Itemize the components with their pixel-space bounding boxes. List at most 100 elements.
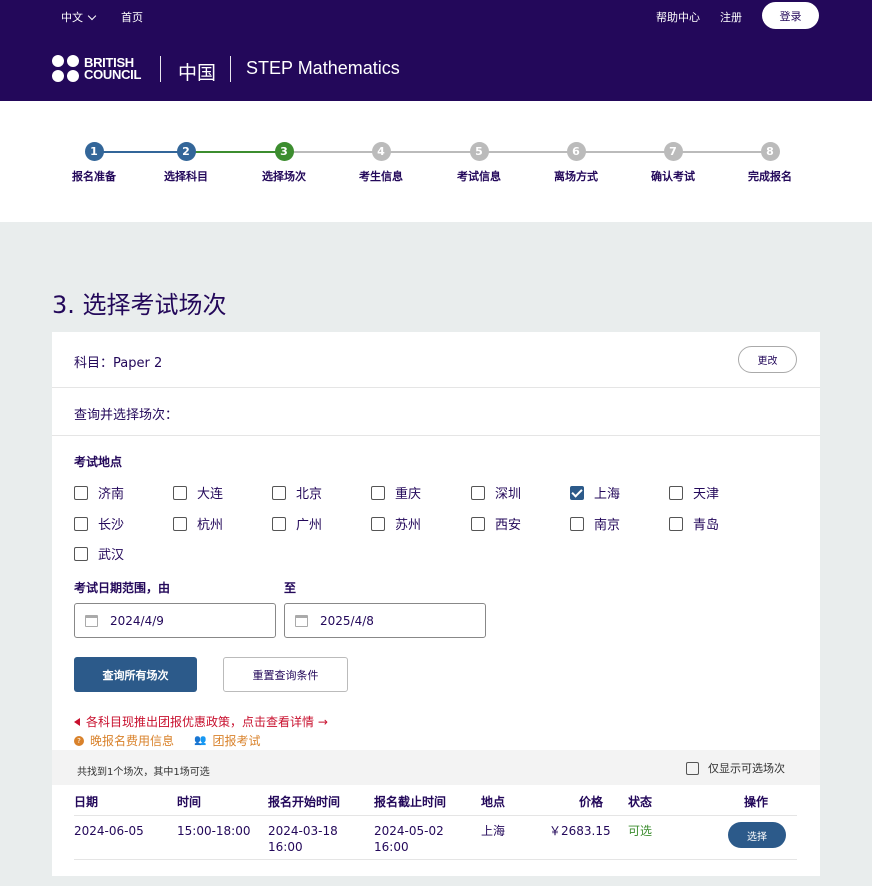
checkbox[interactable]: [471, 485, 485, 500]
group-exam-link[interactable]: 团报考试: [212, 732, 260, 749]
checkbox[interactable]: [272, 485, 286, 500]
british-council-dots-icon: [52, 55, 79, 82]
step-label: 选择场次: [262, 170, 306, 183]
change-subject-button[interactable]: 更改: [738, 346, 797, 373]
city-option[interactable]: 上海: [570, 483, 620, 502]
only-available-label: 仅显示可选场次: [708, 762, 785, 775]
checkbox[interactable]: [669, 516, 683, 531]
checkbox[interactable]: [74, 485, 88, 500]
checkbox[interactable]: [173, 485, 187, 500]
city-option[interactable]: 天津: [669, 483, 719, 502]
date-to-input[interactable]: 2025/4/8: [284, 603, 486, 638]
table-header-status: 状态: [628, 795, 653, 809]
table-header-reg-end: 报名截止时间: [374, 795, 447, 809]
chevron-down-icon: [87, 11, 97, 21]
checkbox[interactable]: [471, 516, 485, 531]
table-header-time: 时间: [177, 795, 202, 809]
city-label: 济南: [98, 487, 125, 502]
city-option[interactable]: 苏州: [371, 514, 421, 533]
city-option[interactable]: 北京: [272, 483, 322, 502]
city-option[interactable]: 长沙: [74, 514, 124, 533]
location-title: 考试地点: [74, 455, 123, 469]
row-price: ￥2683.15: [549, 824, 611, 838]
date-to-label: 至: [284, 581, 297, 595]
table-divider: [74, 859, 797, 860]
table-header-date: 日期: [74, 795, 99, 809]
login-button[interactable]: 登录: [762, 2, 819, 29]
result-summary: 共找到1个场次，其中1场可选: [77, 767, 210, 778]
city-label: 广州: [296, 518, 323, 533]
language-selector[interactable]: 中文: [61, 9, 97, 25]
step-4: 4 考生信息: [341, 142, 421, 184]
city-option[interactable]: 青岛: [669, 514, 719, 533]
checkbox[interactable]: [173, 516, 187, 531]
city-option[interactable]: 深圳: [471, 483, 521, 502]
row-reg-start-date: 2024-03-18: [268, 824, 338, 838]
step-number: 1: [84, 142, 104, 161]
row-status: 可选: [628, 824, 653, 838]
checkbox[interactable]: [371, 485, 385, 500]
search-sessions-button[interactable]: 查询所有场次: [74, 657, 197, 692]
subject-label: 科目：Paper 2: [74, 356, 163, 371]
product-title: STEP Mathematics: [246, 58, 400, 78]
checkbox-checked[interactable]: [570, 485, 584, 500]
city-label: 上海: [594, 487, 621, 502]
checkbox[interactable]: [74, 546, 88, 561]
table-header-price: 价格: [579, 795, 604, 809]
checkbox[interactable]: [272, 516, 286, 531]
date-from-value: 2024/4/9: [110, 613, 164, 628]
british-council-logo[interactable]: BRITISH COUNCIL: [52, 55, 141, 82]
register-link[interactable]: 注册: [720, 9, 742, 25]
city-label: 天津: [693, 487, 720, 502]
step-number: 7: [663, 142, 683, 161]
late-fee-link[interactable]: 晚报名费用信息: [90, 732, 174, 749]
city-label: 北京: [296, 487, 323, 502]
step-number: 5: [469, 142, 489, 161]
select-session-button[interactable]: 选择: [728, 822, 786, 848]
step-3: 3 选择场次: [244, 142, 324, 184]
city-option[interactable]: 济南: [74, 483, 124, 502]
city-option[interactable]: 大连: [173, 483, 223, 502]
city-label: 西安: [495, 518, 522, 533]
step-label: 报名准备: [72, 170, 116, 183]
row-reg-end: 2024-05-02 16:00: [374, 823, 444, 855]
help-center-link[interactable]: 帮助中心: [656, 9, 700, 25]
reset-query-button[interactable]: 重置查询条件: [223, 657, 348, 692]
checkbox[interactable]: [669, 485, 683, 500]
row-reg-end-date: 2024-05-02: [374, 824, 444, 838]
step-8: 8 完成报名: [730, 142, 810, 184]
city-label: 苏州: [395, 518, 422, 533]
row-reg-start-time: 16:00: [268, 840, 303, 854]
city-label: 杭州: [197, 518, 224, 533]
city-option[interactable]: 武汉: [74, 544, 124, 563]
checkbox[interactable]: [570, 516, 584, 531]
city-label: 武汉: [98, 548, 125, 563]
city-label: 青岛: [693, 518, 720, 533]
row-location: 上海: [481, 824, 506, 838]
only-available-toggle[interactable]: 仅显示可选场次: [686, 760, 785, 776]
step-number: 4: [371, 142, 391, 161]
row-time: 15:00-18:00: [177, 824, 251, 838]
date-from-input[interactable]: 2024/4/9: [74, 603, 276, 638]
city-option[interactable]: 杭州: [173, 514, 223, 533]
result-summary-bar: 共找到1个场次，其中1场可选 仅显示可选场次: [52, 750, 820, 785]
progress-stepper: 1 报名准备 2 选择科目 3 选择场次 4 考生信息 5 考试信息 6 离场方式 7 确认考试 8 完成报名: [0, 101, 872, 222]
table-header-action: 操作: [744, 795, 769, 809]
city-option[interactable]: 南京: [570, 514, 620, 533]
only-available-checkbox[interactable]: [686, 761, 699, 775]
checkbox[interactable]: [74, 516, 88, 531]
question-icon: ?: [74, 735, 84, 746]
date-from-label: 考试日期范围，由: [74, 581, 171, 595]
city-option[interactable]: 广州: [272, 514, 322, 533]
home-link[interactable]: 首页: [121, 9, 143, 25]
table-header-reg-start: 报名开始时间: [268, 795, 341, 809]
group-discount-link[interactable]: 各科目现推出团报优惠政策，点击查看详情 →: [74, 713, 328, 730]
region-label: 中国: [178, 62, 217, 84]
city-option[interactable]: 西安: [471, 514, 521, 533]
city-option[interactable]: 重庆: [371, 483, 421, 502]
language-label: 中文: [61, 11, 83, 24]
checkbox[interactable]: [371, 516, 385, 531]
table-header-location: 地点: [481, 795, 506, 809]
group-icon: 👥: [194, 735, 207, 746]
header-divider: [230, 56, 231, 82]
